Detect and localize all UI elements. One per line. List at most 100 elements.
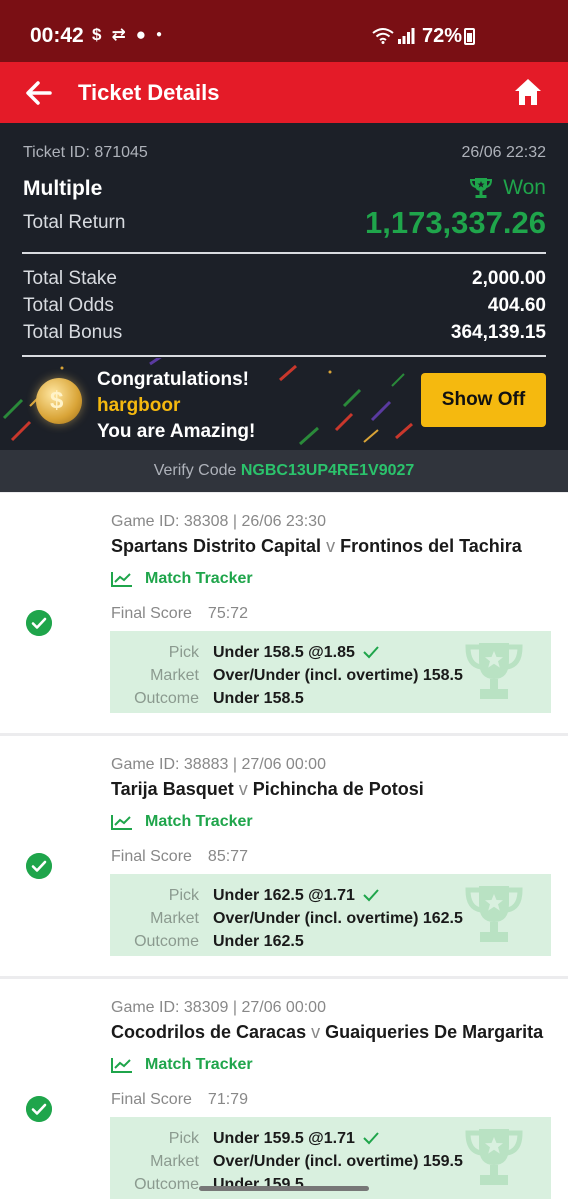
total-odds-value: 404.60 [487, 295, 546, 316]
page-title: Ticket Details [78, 80, 220, 105]
line-chart-icon [111, 572, 132, 587]
final-score-value: 75:72 [207, 605, 248, 622]
bet-type: Multiple [23, 177, 103, 200]
home-team: Cocodrilos de Caracas [111, 1022, 307, 1042]
check-circle-icon [26, 610, 52, 636]
total-bonus-value: 364,139.15 [450, 322, 546, 343]
won-status: Won [469, 176, 546, 200]
pick-labels: Pick Market Outcome [134, 641, 199, 710]
status-time: 00:42 [30, 24, 84, 47]
game-card: Game ID: 38309 | 27/06 00:00 Cocodrilos … [0, 979, 568, 1200]
market-label: Market [150, 910, 199, 927]
verify-code[interactable]: NGBC13UP4RE1V9027 [241, 462, 414, 479]
verify-label: Verify Code [153, 462, 237, 479]
home-team: Tarija Basquet [111, 779, 234, 799]
game-meta: Game ID: 38883 | 27/06 00:00 [111, 756, 326, 773]
match-tracker-link[interactable]: Match Tracker [111, 570, 253, 588]
show-off-button[interactable]: Show Off [421, 373, 546, 427]
outcome-value: Under 162.5 [213, 933, 304, 950]
trophy-watermark-icon [465, 886, 523, 942]
market-value: Over/Under (incl. overtime) 159.5 [213, 1153, 463, 1170]
dollar-icon: $ [50, 387, 64, 414]
ticket-summary: Ticket ID: 871045 26/06 22:32 Multiple W… [0, 123, 568, 450]
match-tracker-link[interactable]: Match Tracker [111, 1056, 253, 1074]
trophy-watermark-icon [465, 643, 523, 699]
congrats-subtitle: You are Amazing! [97, 421, 256, 442]
total-return-value: 1,173,337.26 [364, 205, 546, 240]
game-card: Game ID: 38883 | 27/06 00:00 Tarija Basq… [0, 736, 568, 976]
teams: Tarija Basquet v Pichincha de Potosi [111, 779, 424, 800]
total-stake-label: Total Stake [23, 268, 117, 289]
final-score-label: Final Score [111, 1091, 192, 1108]
username: hargboor [97, 395, 181, 416]
game-card: Game ID: 38308 | 26/06 23:30 Spartans Di… [0, 493, 568, 733]
battery-percent: 72% [422, 25, 463, 47]
pick-values: Under 158.5 @1.85 Over/Under (incl. over… [213, 641, 463, 710]
divider [22, 252, 546, 254]
teams: Cocodrilos de Caracas v Guaiqueries De M… [111, 1022, 543, 1043]
final-score-value: 71:79 [207, 1091, 248, 1108]
vs-label: v [326, 536, 336, 556]
ticket-id: Ticket ID: 871045 [23, 144, 148, 161]
vs-label: v [238, 779, 248, 799]
trophy-watermark-icon [465, 1129, 523, 1185]
final-score: Final Score 71:79 [111, 1091, 248, 1109]
teams: Spartans Distrito Capital v Frontinos de… [111, 536, 522, 557]
total-odds-label: Total Odds [23, 295, 114, 316]
game-meta: Game ID: 38308 | 26/06 23:30 [111, 513, 326, 530]
match-tracker-label: Match Tracker [145, 1056, 253, 1073]
trophy-icon [470, 178, 493, 198]
line-chart-icon [111, 815, 132, 830]
final-score-label: Final Score [111, 605, 192, 622]
game-meta: Game ID: 38309 | 27/06 00:00 [111, 999, 326, 1016]
home-team: Spartans Distrito Capital [111, 536, 322, 556]
total-stake-value: 2,000.00 [472, 268, 546, 289]
match-tracker-link[interactable]: Match Tracker [111, 813, 253, 831]
pick-box: Pick Market Outcome Under 162.5 @1.71 Ov… [110, 874, 551, 956]
pick-value: Under 158.5 @1.85 [213, 644, 355, 661]
away-team: Pichincha de Potosi [252, 779, 424, 799]
more-notifications-icon: ● [156, 29, 163, 40]
outcome-value: Under 158.5 [213, 690, 304, 707]
match-tracker-label: Match Tracker [145, 813, 253, 830]
check-circle-icon [26, 853, 52, 879]
pick-label: Pick [168, 887, 199, 904]
pick-label: Pick [168, 644, 199, 661]
battery-icon [464, 28, 475, 45]
pick-value: Under 162.5 @1.71 [213, 887, 355, 904]
outcome-label: Outcome [134, 933, 199, 950]
back-button[interactable] [22, 76, 56, 110]
check-circle-icon [26, 1096, 52, 1122]
market-value: Over/Under (incl. overtime) 158.5 [213, 667, 463, 684]
market-label: Market [150, 1153, 199, 1170]
final-score: Final Score 75:72 [111, 605, 248, 623]
app-header: Ticket Details [0, 62, 568, 123]
pick-box: Pick Market Outcome Under 158.5 @1.85 Ov… [110, 631, 551, 713]
notification-icons: $ ⇄ ● ● [92, 25, 162, 45]
pick-value: Under 159.5 @1.71 [213, 1130, 355, 1147]
away-team: Guaiqueries De Margarita [325, 1022, 544, 1042]
check-icon [363, 889, 379, 902]
outcome-value: Under 159.5 [213, 1176, 304, 1193]
market-value: Over/Under (incl. overtime) 162.5 [213, 910, 463, 927]
total-bonus-label: Total Bonus [23, 322, 123, 343]
vs-label: v [311, 1022, 321, 1042]
line-chart-icon [111, 1058, 132, 1073]
sync-icon: ⇄ [111, 25, 126, 44]
pick-labels: Pick Market Outcome [134, 884, 199, 953]
match-tracker-label: Match Tracker [145, 570, 253, 587]
status-bar: 00:42 $ ⇄ ● ● 72% [0, 0, 568, 62]
home-button[interactable] [512, 76, 544, 108]
away-team: Frontinos del Tachira [340, 536, 522, 556]
outcome-label: Outcome [134, 690, 199, 707]
congrats-title: Congratulations! [97, 369, 249, 390]
home-indicator[interactable] [199, 1186, 369, 1191]
market-label: Market [150, 667, 199, 684]
wifi-icon [372, 28, 394, 44]
pick-values: Under 162.5 @1.71 Over/Under (incl. over… [213, 884, 463, 953]
outcome-label: Outcome [134, 1176, 199, 1193]
verify-bar: Verify Code NGBC13UP4RE1V9027 [0, 450, 568, 492]
pick-labels: Pick Market Outcome [134, 1127, 199, 1196]
chat-icon: ● [135, 25, 146, 44]
final-score: Final Score 85:77 [111, 848, 248, 866]
